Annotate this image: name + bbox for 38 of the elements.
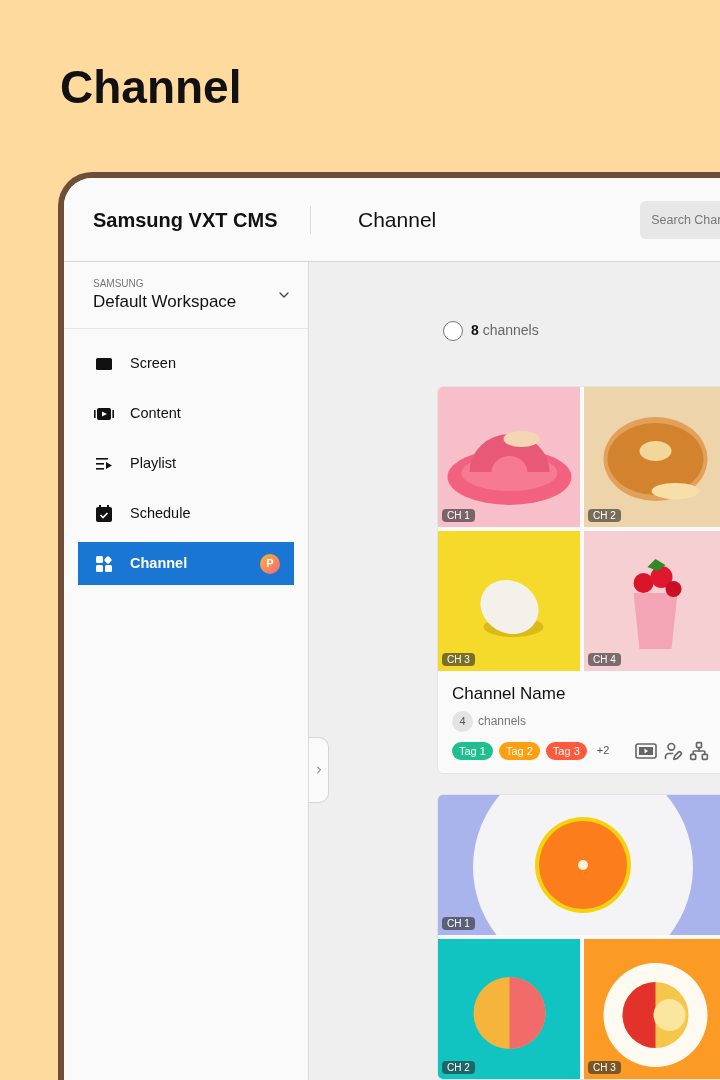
nav-item[interactable]: Screen <box>78 342 294 385</box>
nav-item[interactable]: Schedule <box>78 492 294 535</box>
channel-card[interactable]: CH 1 CH 2 CH 3 CH 4 Channel Name 4 channels Tag 1 Tag 2 Tag 3 +2 <box>437 386 720 774</box>
workspace-org: SAMSUNG <box>93 278 145 291</box>
count-label: channels <box>478 713 527 730</box>
workspace-name: Default Workspace <box>93 290 238 312</box>
nav-item[interactable]: Playlist <box>78 442 294 485</box>
channel-tag: CH 2 <box>442 1060 475 1074</box>
channel-tag: CH 3 <box>442 653 475 666</box>
calendar-check-icon <box>96 505 112 522</box>
channel-card[interactable]: CH 1 CH 2 CH 3 <box>437 793 720 1080</box>
screen-icon <box>95 356 113 371</box>
tag-chip: Tag 1 <box>452 741 493 760</box>
grid-icon <box>96 555 112 572</box>
more-tags: +2 <box>596 742 610 759</box>
nav-item[interactable]: Content <box>78 392 294 435</box>
tag-chip: Tag 3 <box>545 741 587 760</box>
video-icon <box>94 406 114 421</box>
nav-item[interactable]: Channel P <box>78 542 294 585</box>
channel-tag: CH 1 <box>442 916 475 930</box>
channel-tag: CH 1 <box>442 509 475 522</box>
select-all-checkbox[interactable] <box>443 320 463 341</box>
app-logo: Samsung VXT CMS <box>93 208 278 231</box>
channel-tag: CH 2 <box>588 509 621 522</box>
channel-count: 8 channels <box>471 321 539 340</box>
page-heading: Channel <box>358 206 437 233</box>
video-icon[interactable] <box>635 742 658 759</box>
channel-tag: CH 3 <box>588 1060 621 1074</box>
channel-name: Channel Name <box>452 683 567 705</box>
channel-tag: CH 4 <box>588 653 621 666</box>
playlist-icon <box>95 456 113 471</box>
workspace-selector[interactable]: SAMSUNG Default Workspace <box>64 262 308 329</box>
page-title: Channel <box>60 64 242 110</box>
network-icon[interactable] <box>689 740 710 761</box>
user-edit-icon[interactable] <box>663 740 684 761</box>
premium-badge: P <box>260 553 280 574</box>
tag-chip: Tag 2 <box>498 741 540 760</box>
count-badge: 4 <box>452 710 473 732</box>
